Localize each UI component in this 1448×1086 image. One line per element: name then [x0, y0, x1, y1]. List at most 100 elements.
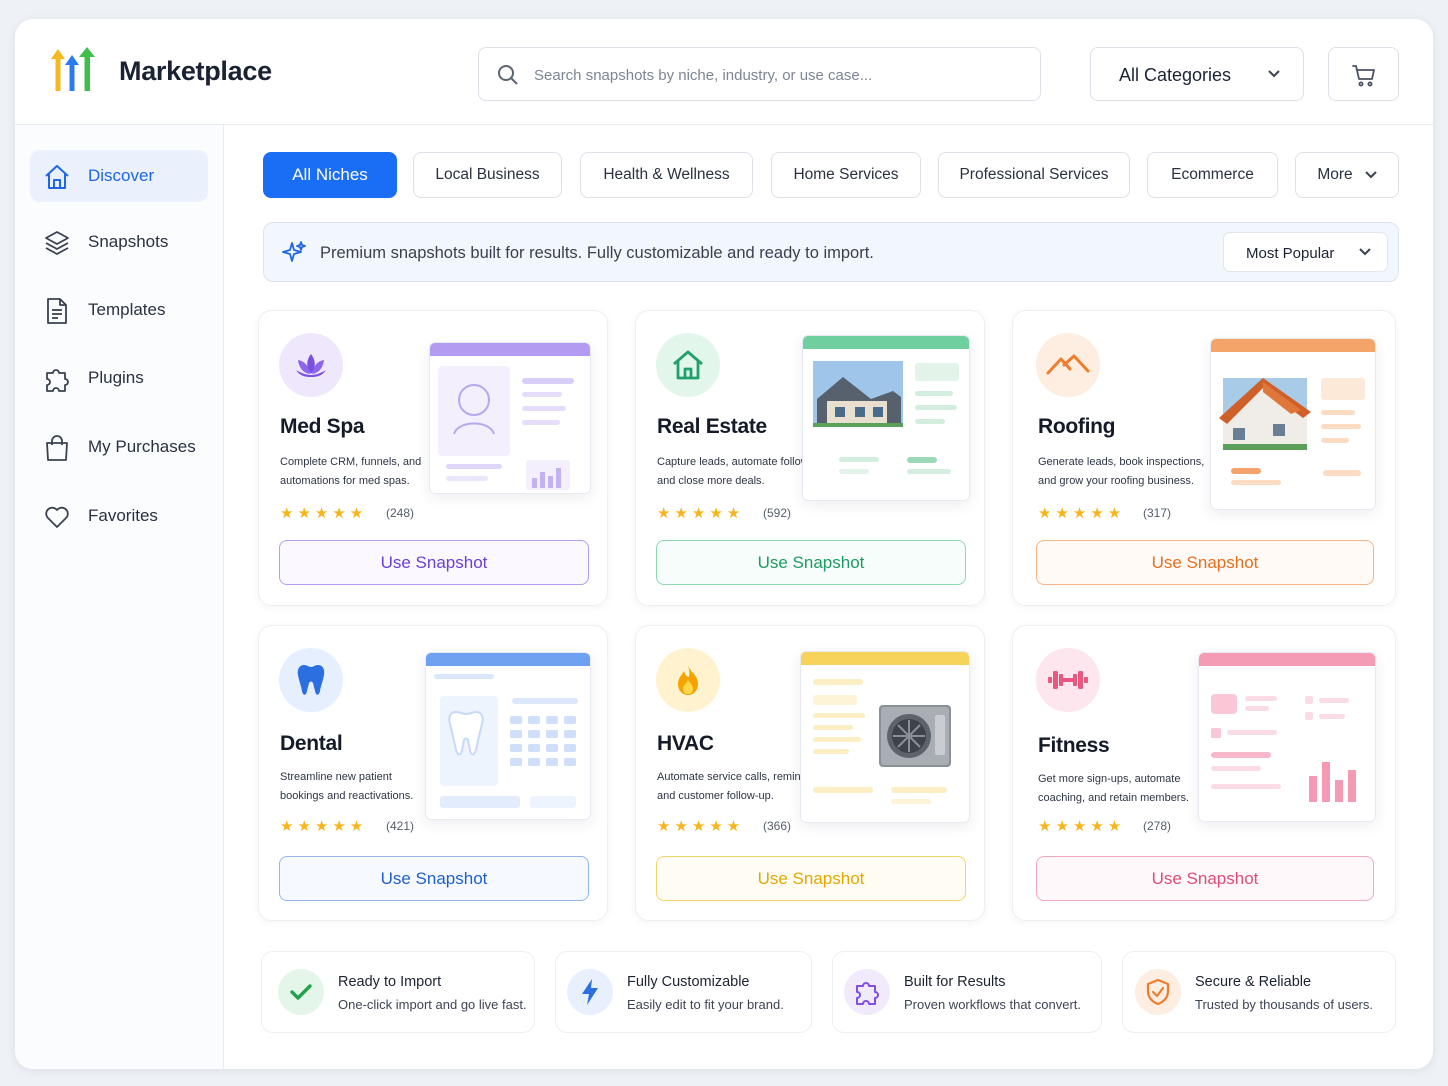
sidebar-item-label: My Purchases — [88, 437, 196, 456]
snapshot-card-med-spa: Med Spa Complete CRM, funnels, and autom… — [258, 310, 608, 606]
preview-thumbnail — [1210, 338, 1376, 510]
rating-count: (421) — [386, 819, 415, 833]
search-icon — [498, 65, 518, 85]
feature-subtitle: Easily edit to fit your brand. — [627, 997, 784, 1012]
card-description: Generate leads, book inspections, and gr… — [1038, 456, 1205, 487]
sidebar-item-label: Templates — [88, 300, 166, 319]
card-title: Med Spa — [280, 415, 365, 438]
feature-subtitle: One-click import and go live fast. — [338, 997, 527, 1012]
star-rating: ★★★★★ — [280, 818, 368, 835]
preview-thumbnail — [802, 335, 970, 501]
chip-all-niches[interactable]: All Niches — [263, 152, 397, 198]
heart-icon — [45, 506, 69, 528]
sidebar-item-plugins[interactable]: Plugins — [30, 352, 208, 404]
sidebar-item-discover[interactable]: Discover — [30, 150, 208, 202]
chevron-down-icon — [1364, 171, 1377, 179]
feature-fully-customizable: Fully Customizable Easily edit to fit yo… — [555, 951, 812, 1033]
rating-count: (366) — [763, 819, 792, 833]
chevron-down-icon — [1268, 70, 1280, 78]
app-window: Marketplace All Categories Discover Snap… — [15, 19, 1433, 1069]
tooth-icon — [279, 648, 343, 712]
snapshot-card-real-estate: Real Estate Capture leads, automate foll… — [635, 310, 985, 606]
feature-title: Secure & Reliable — [1195, 974, 1312, 990]
chip-more-label: More — [1317, 166, 1353, 183]
category-select-value: All Categories — [1119, 65, 1232, 85]
star-rating: ★★★★★ — [657, 818, 745, 835]
brand-title: Marketplace — [119, 56, 272, 86]
card-title: Roofing — [1038, 415, 1116, 438]
feature-ready-to-import: Ready to Import One-click import and go … — [261, 951, 535, 1033]
snapshot-card-dental: Dental Streamline new patient bookings a… — [258, 625, 608, 921]
star-rating: ★★★★★ — [280, 505, 368, 522]
brand-logo-icon — [47, 45, 99, 95]
card-title: Dental — [280, 732, 343, 755]
use-snapshot-button[interactable]: Use Snapshot — [656, 540, 966, 585]
cart-button[interactable] — [1328, 47, 1399, 101]
chip-home-services[interactable]: Home Services — [771, 152, 921, 198]
star-rating: ★★★★★ — [1038, 818, 1126, 835]
sidebar-item-label: Discover — [88, 166, 155, 185]
feature-subtitle: Trusted by thousands of users. — [1195, 997, 1374, 1012]
sidebar-item-favorites[interactable]: Favorites — [30, 490, 208, 542]
feature-title: Fully Customizable — [627, 974, 750, 990]
puzzle-icon — [844, 969, 890, 1015]
search-input[interactable] — [534, 62, 1014, 88]
check-icon — [278, 969, 324, 1015]
sort-select-value: Most Popular — [1246, 245, 1335, 262]
layers-icon — [45, 231, 69, 255]
info-banner: Premium snapshots built for results. Ful… — [263, 222, 1399, 282]
shield-icon — [1135, 969, 1181, 1015]
flame-icon — [656, 648, 720, 712]
home-icon — [45, 165, 69, 189]
sidebar-item-templates[interactable]: Templates — [30, 284, 208, 336]
card-description: Complete CRM, funnels, and automations f… — [280, 456, 422, 487]
rating-count: (592) — [763, 506, 792, 520]
document-icon — [47, 298, 67, 324]
chip-local-business[interactable]: Local Business — [413, 152, 562, 198]
house-icon — [656, 333, 720, 397]
chip-ecommerce[interactable]: Ecommerce — [1147, 152, 1278, 198]
use-snapshot-button[interactable]: Use Snapshot — [279, 856, 589, 901]
sidebar-item-snapshots[interactable]: Snapshots — [30, 216, 208, 268]
sort-select[interactable]: Most Popular — [1223, 232, 1388, 272]
sidebar: Discover Snapshots Templates Plugins My … — [15, 125, 224, 1069]
snapshot-card-fitness: Fitness Get more sign-ups, automate coac… — [1012, 625, 1396, 921]
snapshot-card-roofing: Roofing Generate leads, book inspections… — [1012, 310, 1396, 606]
use-snapshot-button[interactable]: Use Snapshot — [1036, 856, 1374, 901]
card-title: HVAC — [657, 732, 714, 755]
feature-secure-reliable: Secure & Reliable Trusted by thousands o… — [1122, 951, 1396, 1033]
feature-title: Ready to Import — [338, 974, 442, 990]
sidebar-item-label: Plugins — [88, 368, 144, 387]
card-title: Real Estate — [657, 415, 767, 438]
sidebar-item-label: Snapshots — [88, 232, 169, 251]
category-select[interactable]: All Categories — [1090, 47, 1304, 101]
use-snapshot-button[interactable]: Use Snapshot — [279, 540, 589, 585]
lightning-icon — [567, 969, 613, 1015]
preview-thumbnail — [1198, 652, 1376, 822]
sparkle-icon — [282, 241, 306, 262]
sidebar-item-my-purchases[interactable]: My Purchases — [30, 421, 208, 473]
rating-count: (317) — [1143, 506, 1172, 520]
feature-title: Built for Results — [904, 974, 1006, 990]
top-bar: Marketplace All Categories — [15, 19, 1433, 125]
cart-icon — [1352, 65, 1375, 87]
star-rating: ★★★★★ — [657, 505, 745, 522]
rating-count: (278) — [1143, 819, 1172, 833]
search-box[interactable] — [478, 47, 1041, 101]
dumbbell-icon — [1036, 648, 1100, 712]
feature-subtitle: Proven workflows that convert. — [904, 997, 1082, 1012]
card-description: Get more sign-ups, automate coaching, an… — [1038, 773, 1190, 804]
puzzle-icon — [46, 369, 69, 392]
rating-count: (248) — [386, 506, 415, 520]
banner-text: Premium snapshots built for results. Ful… — [320, 244, 874, 262]
card-description: Streamline new patient bookings and reac… — [280, 771, 414, 802]
chip-more[interactable]: More — [1295, 152, 1399, 198]
chip-professional-services[interactable]: Professional Services — [938, 152, 1130, 198]
use-snapshot-button[interactable]: Use Snapshot — [656, 856, 966, 901]
roof-icon — [1036, 333, 1100, 397]
use-snapshot-button[interactable]: Use Snapshot — [1036, 540, 1374, 585]
chip-health-wellness[interactable]: Health & Wellness — [580, 152, 753, 198]
preview-thumbnail — [425, 652, 591, 820]
card-title: Fitness — [1038, 734, 1110, 757]
sidebar-item-label: Favorites — [88, 506, 158, 525]
